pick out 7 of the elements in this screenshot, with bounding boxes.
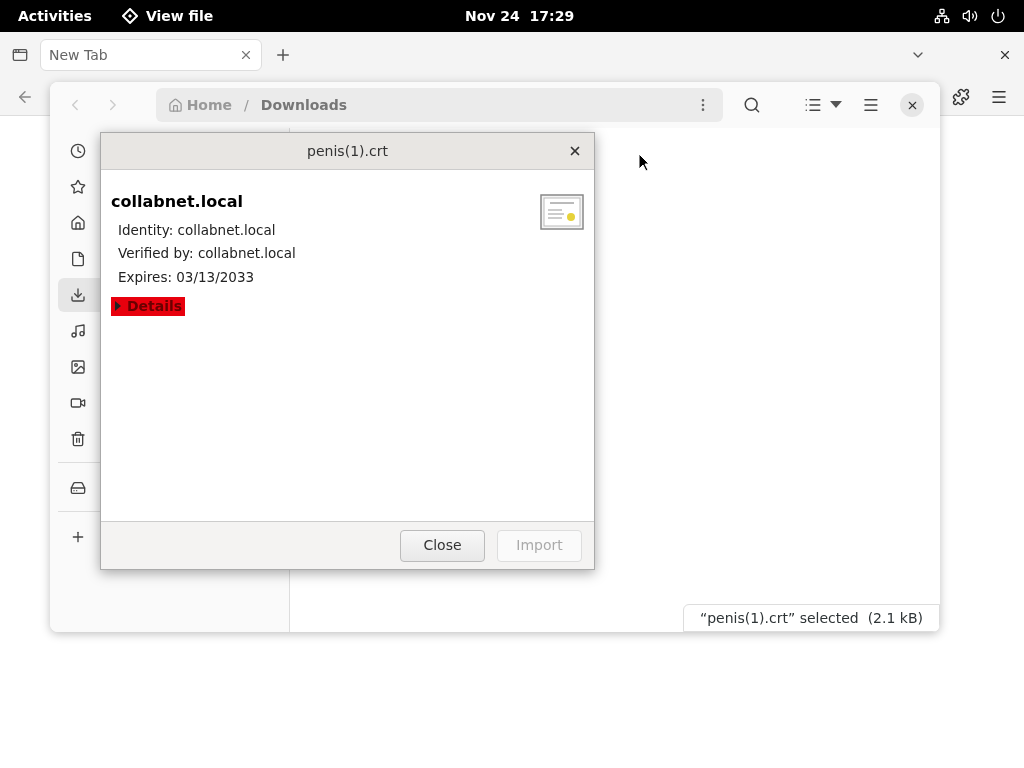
path-separator: / [244,95,249,115]
certificate-detail: Expires: 03/13/2033 [118,267,256,287]
status-bar: “penis(1).crt” selected (2.1 kB) [682,604,940,632]
certificate-detail: Verified by: collabnet.local [118,244,297,264]
dialog-title: penis(1).crt [307,141,388,161]
certificate-detail: Identity: collabnet.local [118,221,277,240]
certificate-name: collabnet.local [111,191,243,213]
